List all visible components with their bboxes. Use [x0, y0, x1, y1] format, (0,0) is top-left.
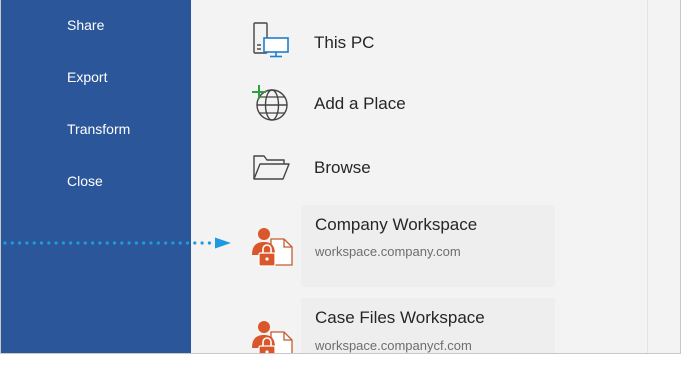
locked-workspace-icon	[249, 225, 297, 274]
workspace-company[interactable]: Company Workspace workspace.company.com	[191, 205, 647, 287]
save-locations-panel: This PC Add a Place Browse Company Works…	[191, 0, 647, 353]
locked-workspace-icon	[249, 318, 297, 353]
location-browse[interactable]: Browse	[191, 146, 647, 192]
folder-icon	[251, 152, 291, 187]
location-label: Browse	[314, 158, 371, 177]
workspace-url: workspace.company.com	[315, 244, 461, 259]
add-place-globe-icon	[249, 83, 293, 130]
sidebar-item-transform[interactable]: Transform	[67, 120, 130, 138]
backstage-sidebar: Share Export Transform Close	[1, 0, 191, 353]
workspace-title: Case Files Workspace	[315, 308, 485, 327]
location-label: This PC	[314, 33, 375, 52]
backstage-window: Share Export Transform Close This PC Add…	[0, 0, 681, 354]
sidebar-item-share[interactable]: Share	[67, 16, 104, 34]
right-pane-edge	[647, 0, 680, 353]
workspace-case-files[interactable]: Case Files Workspace workspace.companycf…	[191, 298, 647, 353]
location-label: Add a Place	[314, 94, 406, 113]
location-this-pc[interactable]: This PC	[191, 18, 647, 64]
sidebar-item-close[interactable]: Close	[67, 172, 103, 190]
this-pc-icon	[251, 21, 293, 64]
workspace-title: Company Workspace	[315, 215, 478, 234]
workspace-url: workspace.companycf.com	[315, 338, 472, 353]
callout-arrow	[1, 236, 233, 249]
sidebar-item-export[interactable]: Export	[67, 68, 107, 86]
bottom-divider	[0, 353, 681, 354]
location-add-place[interactable]: Add a Place	[191, 82, 647, 128]
